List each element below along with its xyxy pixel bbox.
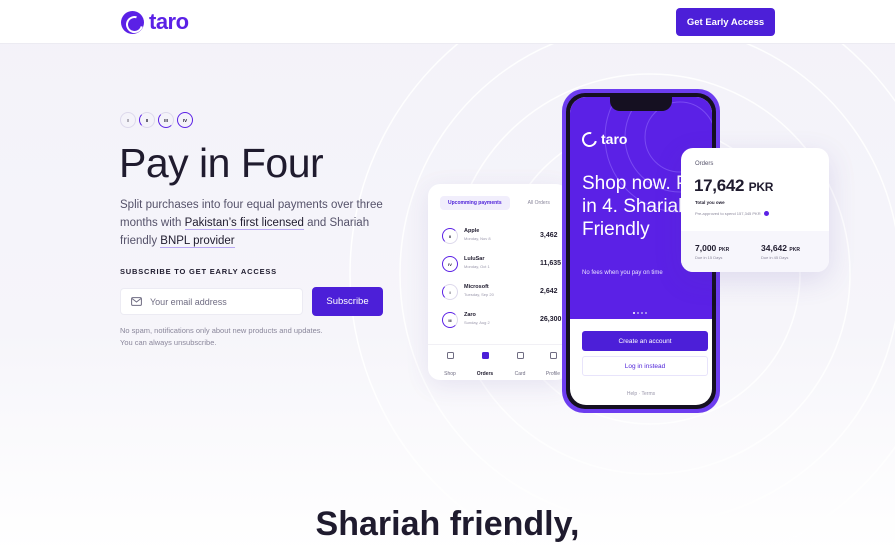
order-date: Tuesday, Sep 20 <box>464 292 494 297</box>
split-2-value: 34,642 <box>761 243 787 253</box>
subscribe-button[interactable]: Subscribe <box>312 287 383 316</box>
fineprint: No spam, notifications only about new pr… <box>120 325 380 349</box>
progress-ring-icon: II <box>442 228 458 244</box>
list-item[interactable]: II Apple Monday, Nov 8 3,462 <box>442 226 562 246</box>
total-amount: 17,642 <box>694 176 745 195</box>
preapproved-note: Pre-approved to spend 157,345 PKR <box>695 211 769 216</box>
hero-title: Pay in Four <box>119 140 324 186</box>
phone-notch <box>610 97 672 111</box>
split-due-2: Due in 45 Days <box>761 255 789 260</box>
orders-icon <box>481 352 489 359</box>
order-date: Monday, Nov 8 <box>464 236 491 241</box>
phone-tagline: No fees when you pay on time <box>582 270 663 276</box>
step-3-icon: III <box>158 112 174 128</box>
fineprint-line-1: No spam, notifications only about new pr… <box>120 326 323 335</box>
taro-logo-icon <box>121 10 144 34</box>
split-2-currency: PKR <box>789 247 800 253</box>
taro-logo[interactable]: taro <box>121 9 189 35</box>
phone-logo-text: taro <box>601 131 628 147</box>
taro-logo-icon <box>579 128 600 150</box>
email-input[interactable] <box>150 296 290 307</box>
bottom-nav: Shop Orders Card Profile <box>428 344 568 380</box>
order-amount: 3,462 <box>540 232 558 239</box>
mail-icon <box>131 297 142 306</box>
carousel-dots <box>633 312 647 314</box>
summary-subtitle: Total you owe <box>695 200 725 205</box>
order-name: Zaro <box>464 312 476 318</box>
nav-label: Profile <box>545 371 561 377</box>
carousel-dot[interactable] <box>645 312 647 314</box>
step-2-icon: II <box>139 112 155 128</box>
tab-all-orders[interactable]: All Orders <box>528 200 550 206</box>
carousel-dot[interactable] <box>641 312 643 314</box>
order-date: Monday, Oct 1 <box>464 264 490 269</box>
nav-label: Card <box>514 371 526 377</box>
desc-highlight-1: Pakistan’s first licensed <box>184 217 304 230</box>
total-currency: PKR <box>748 180 774 194</box>
order-date: Sunday, Aug 2 <box>464 320 490 325</box>
nav-label: Shop <box>444 371 456 377</box>
nav-label: Orders <box>476 371 494 377</box>
progress-ring-icon: I <box>442 284 458 300</box>
shop-icon <box>446 352 454 359</box>
summary-label: Orders <box>695 161 714 167</box>
info-dot-icon <box>763 211 769 216</box>
email-field[interactable] <box>120 288 303 315</box>
card-icon <box>516 352 524 359</box>
order-amount: 26,300 <box>540 316 562 323</box>
order-name: Apple <box>464 228 480 234</box>
progress-ring-icon: III <box>442 312 458 328</box>
hero-description: Split purchases into four equal payments… <box>120 196 390 250</box>
split-amount-2: 34,642 PKR <box>761 243 800 253</box>
top-nav: taro Get Early Access <box>0 0 895 44</box>
split-1-currency: PKR <box>718 247 730 253</box>
nav-orders[interactable]: Orders <box>473 352 497 380</box>
split-1-value: 7,000 <box>695 243 717 253</box>
order-amount: 11,635 <box>540 260 562 267</box>
carousel-dot[interactable] <box>633 312 635 314</box>
payment-steps-indicator: I II III IV <box>120 112 193 128</box>
payment-split: 7,000 PKR Due in 15 Days 34,642 PKR Due … <box>681 231 829 272</box>
carousel-dot[interactable] <box>637 312 639 314</box>
step-1-icon: I <box>120 112 136 128</box>
create-account-button[interactable]: Create an account <box>582 331 708 351</box>
orders-tabs: Upcomming payments All Orders <box>440 196 550 210</box>
phone-logo: taro <box>579 128 628 150</box>
summary-total: 17,642 PKR <box>694 176 773 196</box>
split-amount-1: 7,000 PKR <box>695 243 729 253</box>
logo-text: taro <box>149 9 189 34</box>
order-amount: 2,642 <box>540 288 558 295</box>
nav-card[interactable]: Card <box>508 352 532 380</box>
order-name: Microsoft <box>464 284 489 290</box>
nav-shop[interactable]: Shop <box>438 352 462 380</box>
tab-upcoming-payments[interactable]: Upcomming payments <box>440 196 510 210</box>
desc-highlight-2: BNPL provider <box>160 235 235 248</box>
profile-icon <box>549 352 557 359</box>
subscribe-label: SUBSCRIBE TO GET EARLY ACCESS <box>120 267 277 276</box>
list-item[interactable]: I Microsoft Tuesday, Sep 20 2,642 <box>442 282 562 302</box>
step-4-icon: IV <box>177 112 193 128</box>
login-button[interactable]: Log in instead <box>582 356 708 376</box>
list-item[interactable]: III Zaro Sunday, Aug 2 26,300 <box>442 310 562 330</box>
section-title: Shariah friendly, <box>315 505 580 543</box>
orders-card: Upcomming payments All Orders II Apple M… <box>428 184 568 380</box>
orders-summary-card: Orders 17,642 PKR Total you owe Pre-appr… <box>681 148 829 272</box>
help-terms-links[interactable]: Help · Terms <box>570 391 712 397</box>
order-name: LuluSar <box>464 256 485 262</box>
get-early-access-button[interactable]: Get Early Access <box>676 8 775 36</box>
list-item[interactable]: IV LuluSar Monday, Oct 1 11,635 <box>442 254 562 274</box>
fineprint-line-2: You can always unsubscribe. <box>120 338 217 347</box>
preapproved-text: Pre-approved to spend 157,345 PKR <box>695 211 761 216</box>
split-due-1: Due in 15 Days <box>695 255 723 260</box>
progress-ring-icon: IV <box>442 256 458 272</box>
